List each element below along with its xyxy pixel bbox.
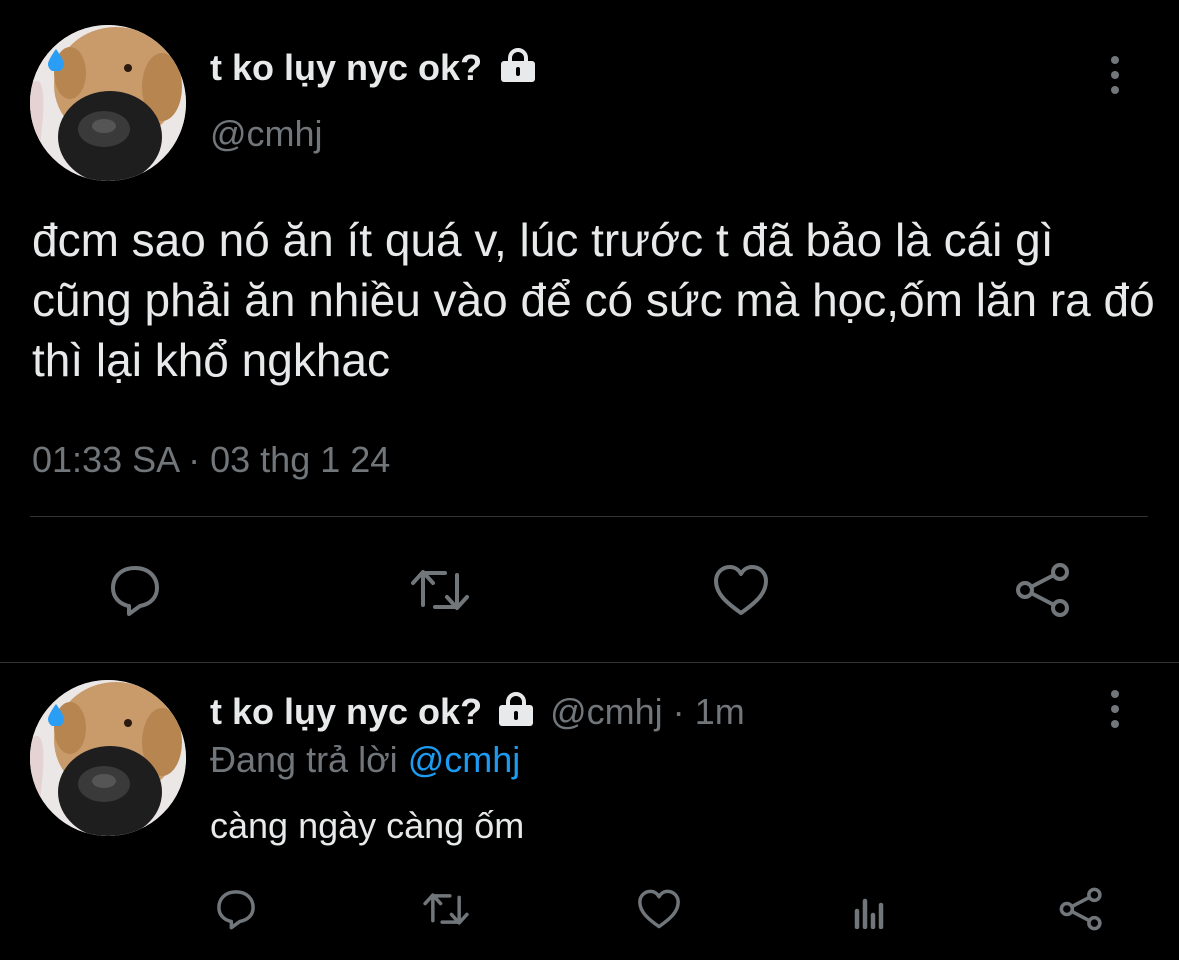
share-button[interactable] <box>1008 558 1078 622</box>
sweat-drop-icon <box>48 704 64 726</box>
avatar[interactable] <box>30 680 186 836</box>
like-icon <box>714 565 768 615</box>
replying-to-handle[interactable]: @cmhj <box>408 739 521 780</box>
author-name-text: t ko lụy nyc ok? <box>210 47 483 88</box>
sweat-drop-icon <box>48 49 64 71</box>
like-button[interactable] <box>632 884 686 934</box>
separator: · <box>672 691 685 732</box>
retweet-icon <box>411 570 469 610</box>
retweet-button[interactable] <box>418 884 474 934</box>
reply-button[interactable] <box>100 558 170 622</box>
author-name[interactable]: t ko lụy nyc ok? <box>210 691 482 732</box>
reply-icon <box>111 566 159 616</box>
reply-header: t ko lụy nyc ok? @cmhj · 1m <box>210 690 745 736</box>
retweet-button[interactable] <box>405 558 475 622</box>
more-options-icon[interactable] <box>1105 690 1125 728</box>
tweet-time-ago[interactable]: 1m <box>695 691 745 732</box>
author-handle[interactable]: @cmhj <box>210 112 323 156</box>
avatar[interactable] <box>30 25 186 181</box>
author-name[interactable]: t ko lụy nyc ok? <box>210 46 538 92</box>
share-button[interactable] <box>1054 884 1108 934</box>
tweet-timestamp[interactable]: 01:33 SA · 03 thg 1 24 <box>32 436 390 484</box>
replying-to: Đang trả lời @cmhj <box>210 738 520 782</box>
reply-button[interactable] <box>210 884 262 934</box>
share-icon <box>1016 563 1069 617</box>
like-button[interactable] <box>706 558 776 622</box>
lock-icon <box>498 48 538 92</box>
replying-to-label: Đang trả lời <box>210 739 398 780</box>
like-icon <box>638 889 680 929</box>
tweet-text: đcm sao nó ăn ít quá v, lúc trước t đã b… <box>32 214 1155 386</box>
analytics-icon <box>854 898 884 929</box>
reply-text: càng ngày càng ốm <box>210 805 525 846</box>
reply-icon <box>217 890 255 930</box>
retweet-icon <box>423 893 469 925</box>
author-handle[interactable]: @cmhj <box>550 691 663 732</box>
share-icon <box>1059 887 1102 931</box>
lock-icon <box>496 692 536 736</box>
divider <box>0 662 1179 663</box>
analytics-button[interactable] <box>844 884 894 934</box>
divider <box>30 516 1148 517</box>
more-options-icon[interactable] <box>1105 56 1125 94</box>
